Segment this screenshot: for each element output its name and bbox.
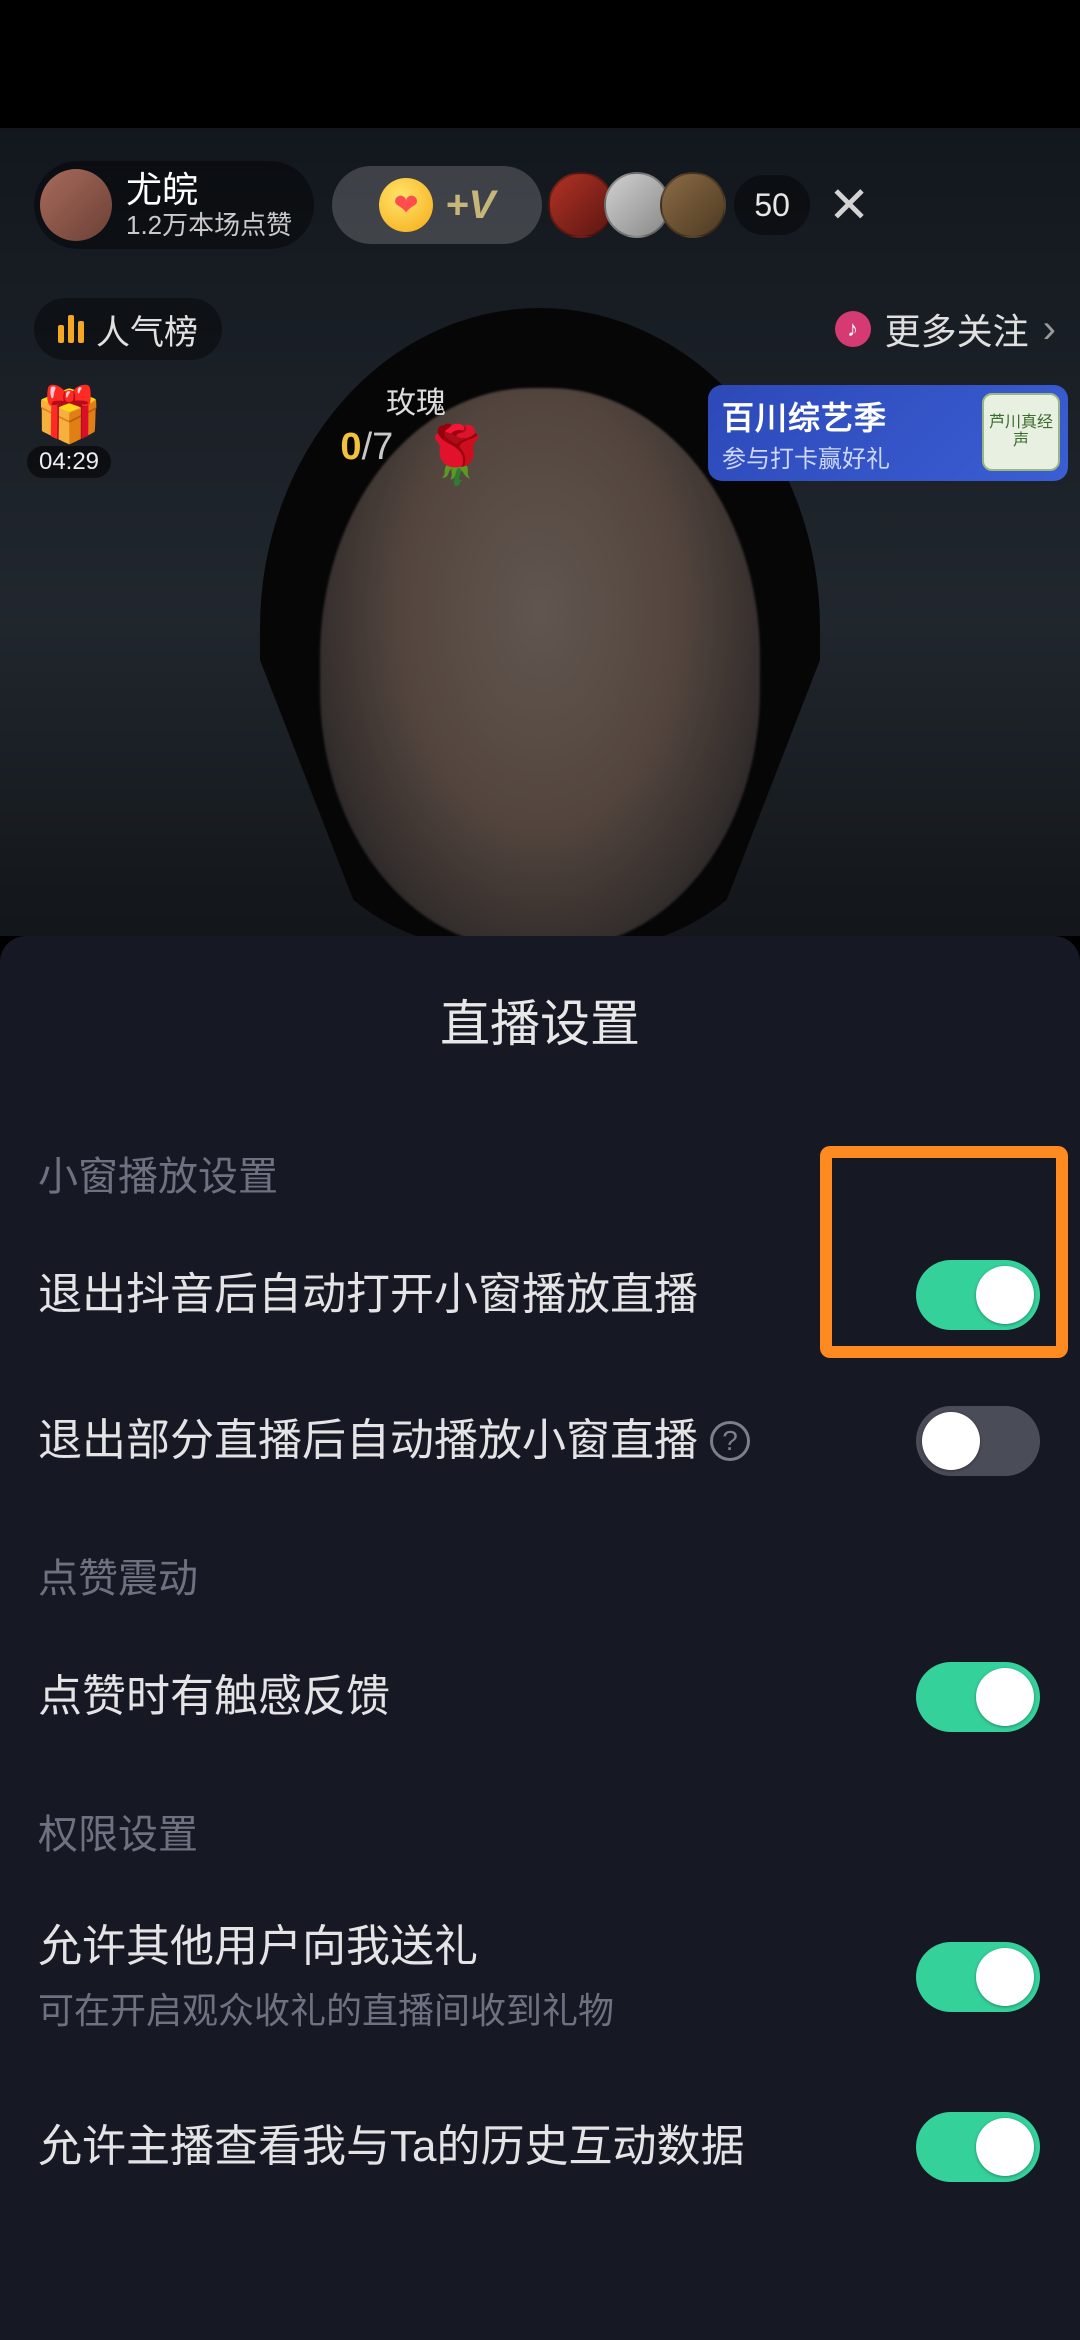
section-label-permissions: 权限设置	[0, 1770, 1080, 1880]
promo-tag: 芦川真经声	[982, 393, 1060, 471]
close-icon[interactable]: ✕	[828, 180, 870, 230]
rose-count: 0/7	[340, 426, 403, 468]
rose-current: 0	[340, 426, 361, 468]
streamer-name: 尤皖	[126, 169, 292, 210]
setting-row-exit-live-mini-window: 退出部分直播后自动播放小窗直播 ?	[0, 1368, 1080, 1514]
setting-title: 点赞时有触感反馈	[38, 1668, 886, 1725]
viewer-avatar-stack[interactable]	[558, 172, 726, 238]
settings-sheet[interactable]: 直播设置 小窗播放设置 退出抖音后自动打开小窗播放直播 退出部分直播后自动播放小…	[0, 936, 1080, 2340]
streamer-pill[interactable]: 尤皖 1.2万本场点赞	[34, 161, 314, 249]
bars-icon	[58, 315, 84, 343]
streamer-subtitle: 1.2万本场点赞	[126, 211, 292, 241]
rose-max: 7	[372, 426, 393, 468]
more-follow-label: 更多关注	[885, 303, 1029, 355]
toggle-allow-host-view-history[interactable]	[916, 2112, 1040, 2182]
section-label-like-vibration: 点赞震动	[0, 1514, 1080, 1624]
status-bar	[0, 0, 1080, 128]
gift-countdown-box[interactable]: 🎁 04:29	[14, 388, 124, 478]
setting-title: 允许主播查看我与Ta的历史互动数据	[38, 2118, 886, 2175]
top-header-row: 尤皖 1.2万本场点赞 ❤ +V 50 ✕	[34, 160, 1046, 250]
setting-title: 允许其他用户向我送礼	[38, 1918, 886, 1975]
promo-banner[interactable]: 百川综艺季 参与打卡赢好礼 芦川真经声	[708, 385, 1068, 481]
sound-wave-icon: ♪	[835, 311, 871, 347]
setting-title: 退出部分直播后自动播放小窗直播 ?	[38, 1412, 886, 1469]
chevron-right-icon: ›	[1043, 307, 1056, 352]
section-label-mini-window: 小窗播放设置	[0, 1112, 1080, 1222]
toggle-allow-gifts[interactable]	[916, 1942, 1040, 2012]
toggle-haptic-feedback[interactable]	[916, 1662, 1040, 1732]
ranking-pill[interactable]: 人气榜	[34, 298, 222, 360]
setting-row-exit-douyin-mini-window: 退出抖音后自动打开小窗播放直播	[0, 1222, 1080, 1368]
viewer-avatar	[660, 172, 726, 238]
viewer-count[interactable]: 50	[734, 175, 810, 235]
gift-icon: 🎁	[14, 388, 124, 442]
gift-banner-row: 🎁 04:29 玫瑰 0/7 🌹 百川综艺季 参与打卡赢好礼 芦川真经声	[14, 378, 1068, 488]
rose-sep: /	[362, 426, 373, 468]
boost-badge: +V	[445, 183, 495, 228]
streamer-text-block: 尤皖 1.2万本场点赞	[126, 169, 292, 240]
sheet-title: 直播设置	[0, 936, 1080, 1112]
help-icon[interactable]: ?	[710, 1421, 750, 1461]
boost-pill[interactable]: ❤ +V	[332, 166, 542, 244]
setting-row-allow-gifts: 允许其他用户向我送礼 可在开启观众收礼的直播间收到礼物	[0, 1880, 1080, 2074]
toggle-exit-douyin-mini-window[interactable]	[916, 1260, 1040, 1330]
setting-desc: 可在开启观众收礼的直播间收到礼物	[38, 1987, 886, 2036]
setting-row-haptic-feedback: 点赞时有触感反馈	[0, 1624, 1080, 1770]
gift-timer: 04:29	[27, 446, 111, 478]
heart-icon: ❤	[379, 178, 433, 232]
setting-title: 退出抖音后自动打开小窗播放直播	[38, 1266, 886, 1323]
rose-progress[interactable]: 玫瑰 0/7 🌹	[340, 378, 491, 488]
setting-row-allow-host-view-history: 允许主播查看我与Ta的历史互动数据	[0, 2074, 1080, 2192]
rose-icon: 🌹	[422, 422, 492, 488]
ranking-label: 人气榜	[96, 305, 198, 354]
more-follow-button[interactable]: ♪ 更多关注 ›	[835, 303, 1056, 355]
toggle-exit-live-mini-window[interactable]	[916, 1406, 1040, 1476]
screen: 尤皖 1.2万本场点赞 ❤ +V 50 ✕ 人气榜 ♪ 更多关注 › 🎁	[0, 0, 1080, 2340]
rose-label: 玫瑰	[340, 378, 491, 422]
subheader-row: 人气榜 ♪ 更多关注 ›	[34, 296, 1056, 362]
streamer-avatar[interactable]	[40, 169, 112, 241]
